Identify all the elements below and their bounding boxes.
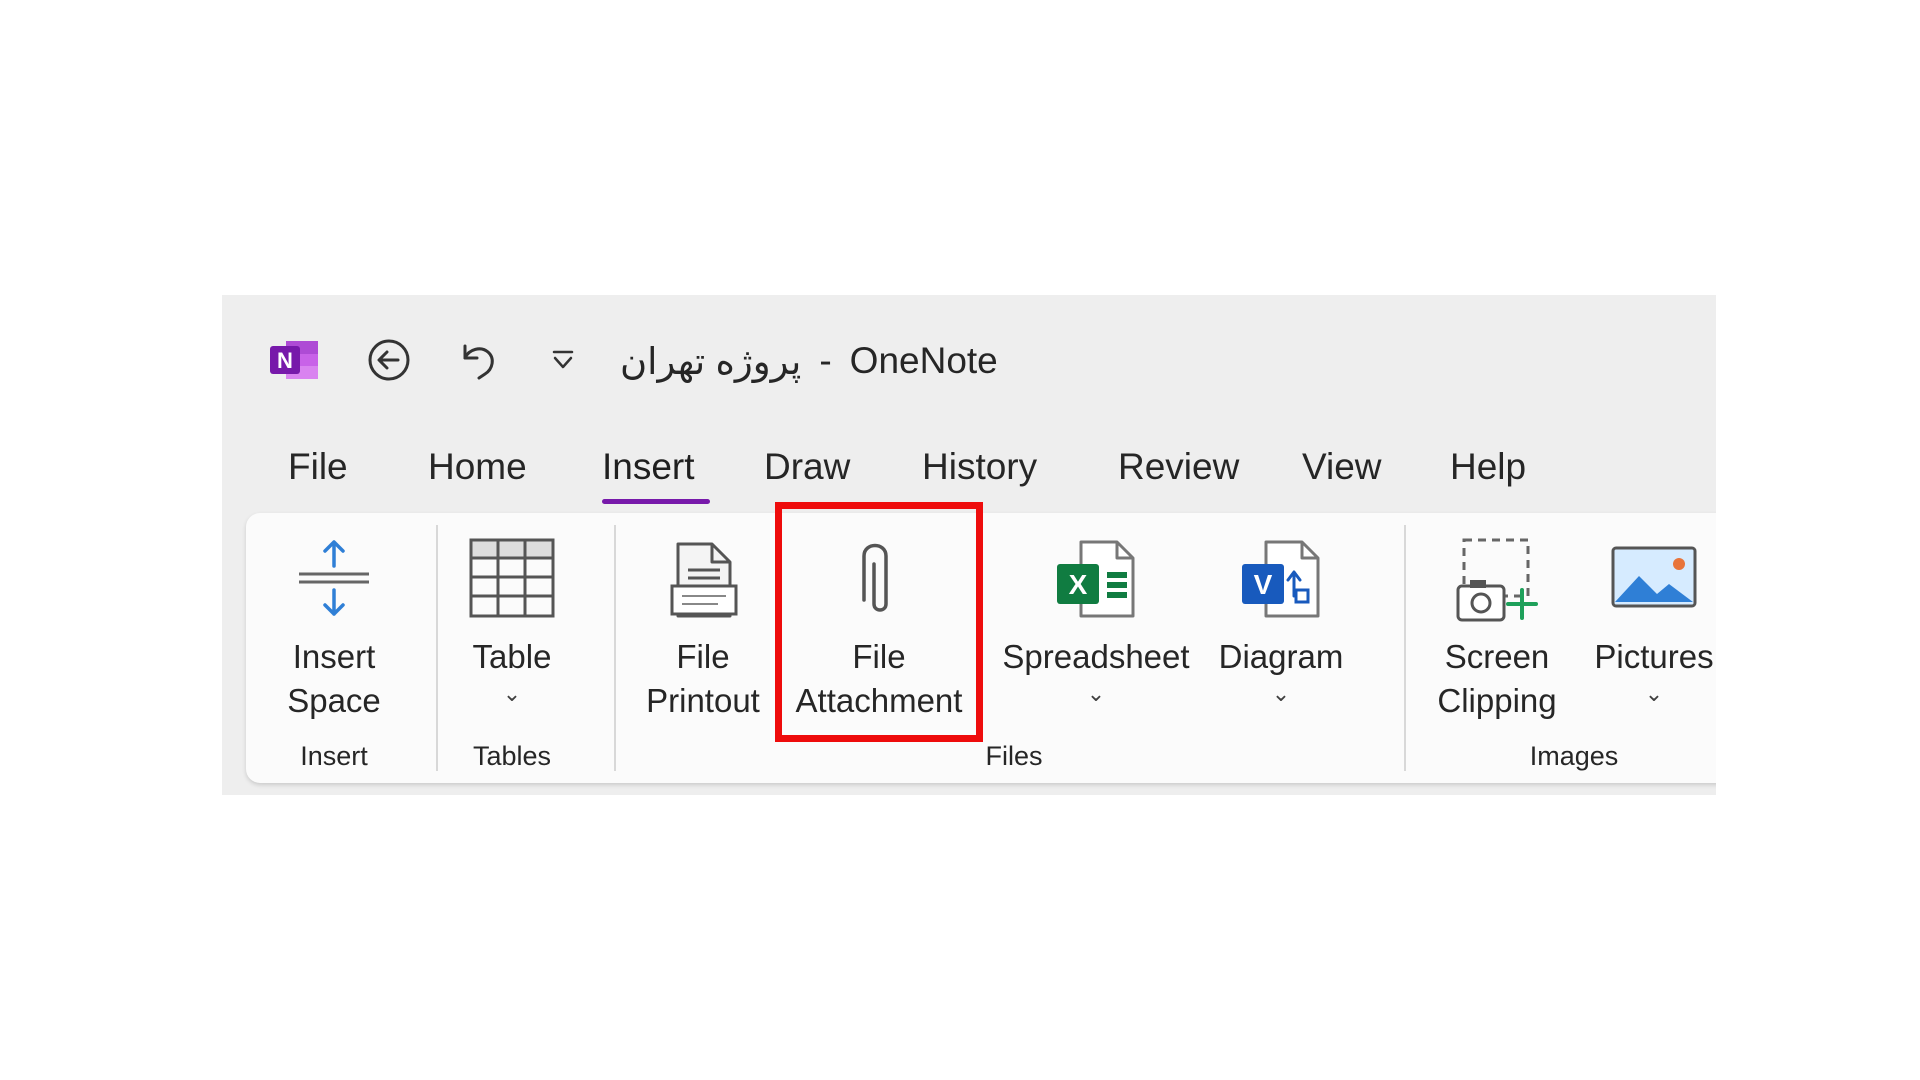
visio-diagram-icon: V [1233, 531, 1329, 627]
app-name: OneNote [849, 340, 998, 381]
pictures-button[interactable]: Pictures ⌄ [1586, 531, 1716, 707]
insert-space-label: Insert Space [287, 638, 381, 719]
group-label-files: Files [985, 741, 1043, 771]
ribbon-tabs: File Home Insert Draw History Review Vie… [222, 445, 1716, 505]
back-button[interactable] [362, 333, 416, 387]
title-separator: - [819, 340, 832, 381]
table-icon [464, 531, 560, 627]
group-separator [436, 525, 438, 771]
tab-home[interactable]: Home [428, 445, 527, 489]
onenote-window: N پروژه تهران - OneNote File Home Insert… [222, 295, 1716, 795]
tab-review[interactable]: Review [1118, 445, 1239, 489]
back-arrow-icon [368, 339, 410, 381]
spreadsheet-button[interactable]: X Spreadsheet ⌄ [996, 531, 1196, 707]
file-printout-label: File Printout [646, 638, 760, 719]
chevron-down-icon [552, 350, 574, 369]
diagram-label: Diagram [1218, 638, 1344, 675]
spreadsheet-chevron-down-icon[interactable]: ⌄ [1087, 681, 1105, 707]
tab-draw[interactable]: Draw [764, 445, 850, 489]
file-printout-icon [655, 531, 751, 627]
file-printout-button[interactable]: File Printout [638, 531, 768, 723]
window-title: پروژه تهران - OneNote [620, 339, 998, 383]
excel-spreadsheet-icon: X [1048, 531, 1144, 627]
pictures-chevron-down-icon[interactable]: ⌄ [1645, 681, 1663, 707]
picture-icon [1606, 531, 1702, 627]
title-bar: N پروژه تهران - OneNote [222, 295, 1716, 425]
diagram-chevron-down-icon[interactable]: ⌄ [1272, 681, 1290, 707]
tab-help[interactable]: Help [1450, 445, 1526, 489]
active-tab-indicator [602, 499, 710, 504]
tab-insert[interactable]: Insert [602, 445, 695, 489]
ribbon-panel: Insert Space Table ⌄ File Printout File … [246, 513, 1716, 783]
customize-quick-access-button[interactable] [536, 333, 590, 387]
file-attachment-label: File Attachment [795, 638, 963, 719]
group-separator [1404, 525, 1406, 771]
onenote-logo-icon: N [268, 337, 320, 383]
undo-icon [463, 344, 494, 380]
document-name: پروژه تهران [620, 340, 802, 382]
screen-clipping-button[interactable]: Screen Clipping [1422, 531, 1572, 723]
svg-text:V: V [1254, 569, 1273, 600]
logo-glyph: N [277, 348, 293, 373]
undo-button[interactable] [450, 333, 504, 387]
tab-history[interactable]: History [922, 445, 1037, 489]
group-label-insert: Insert [300, 741, 368, 771]
page: N پروژه تهران - OneNote File Home Insert… [0, 0, 1920, 1080]
tab-view[interactable]: View [1302, 445, 1382, 489]
file-attachment-button[interactable]: File Attachment [784, 531, 974, 723]
group-label-images: Images [1529, 741, 1619, 771]
tab-file[interactable]: File [288, 445, 348, 489]
table-label: Table [472, 638, 552, 675]
group-label-tables: Tables [472, 741, 552, 771]
insert-space-icon [286, 531, 382, 627]
diagram-button[interactable]: V Diagram ⌄ [1206, 531, 1356, 707]
svg-text:X: X [1069, 569, 1088, 600]
paperclip-icon [831, 531, 927, 627]
table-chevron-down-icon[interactable]: ⌄ [503, 681, 521, 707]
group-separator [614, 525, 616, 771]
insert-space-button[interactable]: Insert Space [274, 531, 394, 723]
pictures-label: Pictures [1594, 638, 1714, 675]
table-button[interactable]: Table ⌄ [452, 531, 572, 707]
spreadsheet-label: Spreadsheet [1002, 638, 1190, 675]
screen-clipping-label: Screen Clipping [1437, 638, 1557, 719]
screen-clipping-icon [1449, 531, 1545, 627]
